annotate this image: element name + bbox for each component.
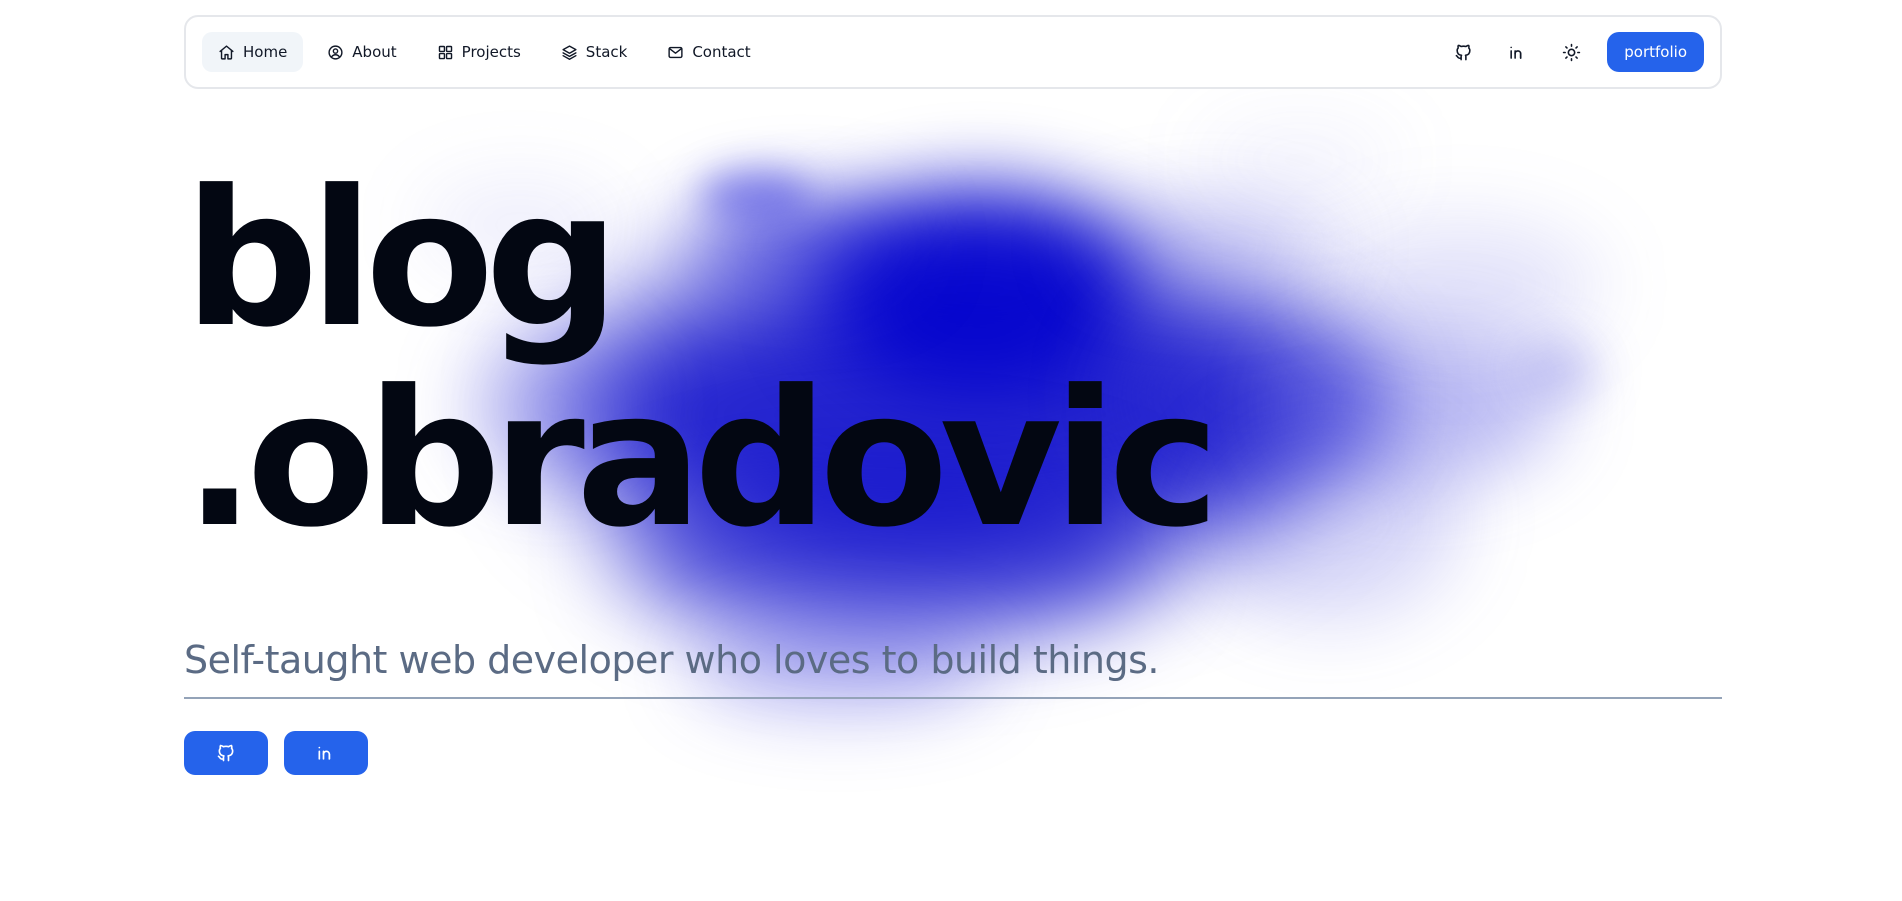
nav-item-home[interactable]: Home <box>202 32 304 72</box>
hero-title-line-2: .obradovic <box>184 350 1220 569</box>
nav-links: Home About Projects Stack Contact <box>202 32 767 72</box>
github-icon <box>1455 44 1471 60</box>
github-link[interactable] <box>1443 32 1483 72</box>
nav-item-label: Contact <box>692 43 751 61</box>
layers-icon <box>562 44 577 60</box>
mail-icon <box>668 46 683 58</box>
github-button[interactable] <box>184 731 268 775</box>
top-navbar: Home About Projects Stack Contact portfo… <box>184 15 1722 89</box>
user-circle-icon <box>328 44 343 60</box>
theme-toggle[interactable] <box>1551 32 1591 72</box>
linkedin-link[interactable] <box>1497 32 1537 72</box>
grid-icon <box>438 45 452 59</box>
nav-item-contact[interactable]: Contact <box>651 32 766 72</box>
nav-actions: portfolio <box>1443 32 1704 72</box>
hero-tagline: Self-taught web developer who loves to b… <box>184 638 1159 682</box>
nav-item-label: About <box>352 43 397 61</box>
linkedin-icon <box>1510 46 1522 59</box>
hero-title-line-1: blog <box>184 150 620 369</box>
sun-icon <box>1562 43 1580 61</box>
nav-item-label: Home <box>243 43 288 61</box>
github-icon <box>217 744 234 762</box>
nav-item-stack[interactable]: Stack <box>545 32 644 72</box>
linkedin-icon <box>318 746 331 760</box>
home-icon <box>219 44 234 60</box>
hero-title: blog .obradovic <box>184 160 1722 560</box>
nav-item-label: Projects <box>461 43 521 61</box>
social-buttons <box>184 731 368 775</box>
page: Home About Projects Stack Contact portfo… <box>0 0 1902 901</box>
nav-item-label: Stack <box>585 43 628 61</box>
portfolio-button[interactable]: portfolio <box>1607 32 1704 72</box>
linkedin-button[interactable] <box>284 731 368 775</box>
nav-item-projects[interactable]: Projects <box>421 32 537 72</box>
hero-divider <box>184 697 1722 699</box>
nav-item-about[interactable]: About <box>311 32 412 72</box>
hero-section: blog .obradovic <box>184 160 1722 560</box>
